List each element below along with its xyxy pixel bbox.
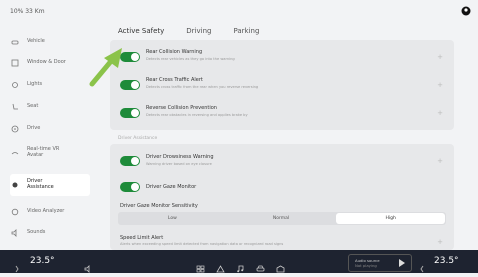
light-icon (10, 81, 19, 90)
sidebar-item-lights[interactable]: Lights (10, 76, 90, 94)
expand-icon[interactable]: + (436, 238, 444, 246)
user-icon[interactable] (461, 6, 471, 16)
right-temperature[interactable]: 23.5° (434, 256, 459, 266)
active-safety-card: Rear Collision Warning Detects rear vehi… (110, 40, 454, 130)
expand-icon[interactable]: + (436, 53, 444, 61)
sidebar-item-drive[interactable]: Drive (10, 120, 90, 138)
row-subtitle: Detects cross traffic from the rear when… (146, 85, 259, 89)
sensitivity-option-high[interactable]: High (336, 213, 446, 224)
sidebar-item-label: Seat (27, 103, 39, 110)
play-icon[interactable] (399, 259, 405, 267)
row-title: Rear Cross Traffic Alert (146, 77, 203, 83)
sensitivity-option-normal[interactable]: Normal (227, 212, 336, 225)
music-icon[interactable] (236, 258, 245, 273)
avatar-icon (10, 149, 19, 158)
row-title: Speed Limit Alert (120, 235, 164, 241)
car-home-icon[interactable] (256, 258, 265, 272)
gaze-monitor-row: Driver Gaze Monitor (110, 178, 454, 198)
reverse-collision-prevention-toggle[interactable] (120, 108, 140, 118)
annotation-arrow-icon (89, 48, 122, 87)
gaze-monitor-toggle[interactable] (120, 182, 140, 192)
navigation-icon[interactable] (216, 258, 225, 273)
row-subtitle: Alerts when exceeding speed limit detect… (120, 242, 284, 246)
fan-left-icon[interactable] (12, 258, 21, 273)
media-widget[interactable]: Audio source Not playing (348, 254, 412, 272)
driver-assist-icon (10, 181, 19, 190)
sidebar-item-window-door[interactable]: Window & Door (10, 54, 90, 72)
row-subtitle: Warning driver based on eye closure (146, 162, 212, 166)
taskbar: 23.5° Audio source Not playing 23.5° (0, 250, 478, 273)
speed-limit-alert-row: Speed Limit Alert Alerts when exceeding … (110, 234, 454, 250)
status-bar: 10% 33 Km (0, 0, 478, 22)
media-subtitle: Not playing (355, 263, 377, 268)
sidebar-item-seat[interactable]: Seat (10, 98, 90, 116)
sensitivity-option-low[interactable]: Low (118, 212, 227, 225)
fan-right-icon[interactable] (418, 258, 427, 273)
row-title: Reverse Collision Prevention (146, 105, 217, 111)
expand-icon[interactable]: + (436, 109, 444, 117)
sidebar-item-label: Drive (27, 125, 41, 132)
sidebar-item-sounds[interactable]: Sounds (10, 224, 90, 242)
sidebar-item-vehicle[interactable]: Vehicle (10, 33, 90, 51)
row-title: Rear Collision Warning (146, 49, 203, 55)
window-icon (10, 59, 19, 68)
sidebar-item-label: Window & Door (27, 59, 66, 66)
sidebar-item-label: Driver Assistance (27, 178, 54, 190)
reverse-collision-prevention-row: Reverse Collision Prevention Detects rea… (110, 100, 454, 126)
rear-collision-warning-row: Rear Collision Warning Detects rear vehi… (110, 44, 454, 70)
seat-icon (10, 103, 19, 112)
volume-icon[interactable] (84, 258, 93, 273)
sidebar-item-driver-assistance[interactable]: Driver Assistance (10, 174, 90, 196)
sidebar-item-label: Sounds (27, 229, 46, 236)
row-subtitle: Detects rear obstacles in reversing and … (146, 113, 248, 117)
status-text: 10% 33 Km (10, 8, 45, 15)
sensitivity-label: Driver Gaze Monitor Sensitivity (120, 203, 198, 209)
sidebar-item-label: Real-time VR Avatar (27, 146, 60, 158)
sidebar-item-label: Video Analyzer (27, 208, 65, 215)
sound-icon (10, 229, 19, 238)
row-title: Driver Drowsiness Warning (146, 154, 214, 160)
drowsiness-warning-row: Driver Drowsiness Warning Warning driver… (110, 147, 454, 175)
row-title: Driver Gaze Monitor (146, 184, 197, 190)
sidebar-item-label: Lights (27, 81, 43, 88)
expand-icon[interactable]: + (436, 81, 444, 89)
drowsiness-warning-toggle[interactable] (120, 156, 140, 166)
steering-wheel-icon (10, 125, 19, 134)
sidebar-item-label: Vehicle (27, 38, 45, 45)
sidebar-item-vr-avatar[interactable]: Real-time VR Avatar (10, 144, 90, 162)
home-icon[interactable] (276, 258, 285, 273)
expand-icon[interactable]: + (436, 157, 444, 165)
rear-cross-traffic-row: Rear Cross Traffic Alert Detects cross t… (110, 72, 454, 98)
sensitivity-selector: Low Normal High (118, 212, 446, 225)
section-label-driver-assistance: Driver Assistance (118, 136, 158, 141)
sidebar-item-video-analyzer[interactable]: Video Analyzer (10, 203, 90, 221)
left-temperature[interactable]: 23.5° (30, 256, 55, 266)
apps-icon[interactable] (196, 258, 205, 273)
row-subtitle: Detects rear vehicles as they go into th… (146, 57, 235, 61)
video-icon (10, 208, 19, 217)
car-icon (10, 38, 19, 47)
driver-assistance-card: Driver Drowsiness Warning Warning driver… (110, 144, 454, 250)
